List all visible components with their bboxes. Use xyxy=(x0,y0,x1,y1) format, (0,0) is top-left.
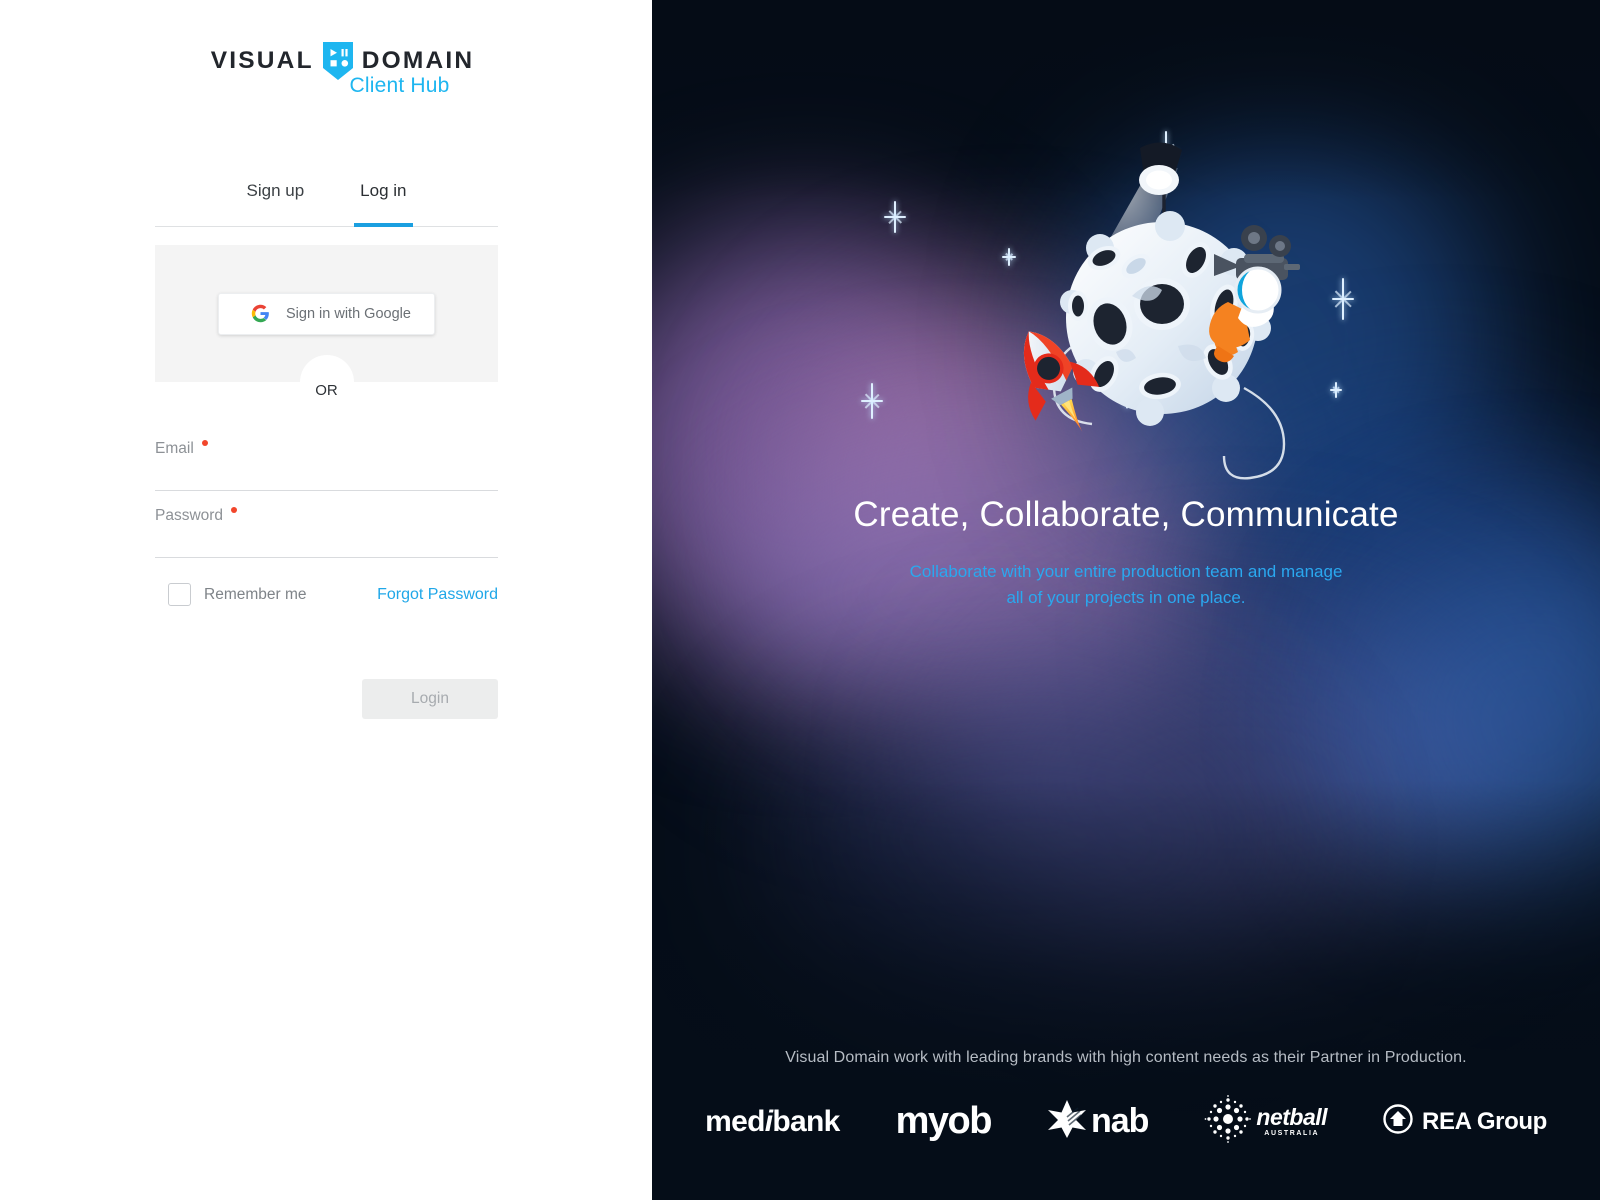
login-panel: VISUAL DOMAIN Client Hub Sign up Log in … xyxy=(0,0,652,1200)
password-field-group: Password xyxy=(155,507,498,558)
password-label: Password xyxy=(155,507,498,525)
tab-log-in[interactable]: Log in xyxy=(354,181,413,227)
netball-dots-icon xyxy=(1204,1095,1252,1148)
social-login-panel: Sign in with Google xyxy=(155,245,498,382)
brand-logos: medibank myob nab netball AUSTRALIA REA … xyxy=(652,1095,1600,1148)
marketing-panel: Create, Collaborate, Communicate Collabo… xyxy=(652,0,1600,1200)
login-form-column: VISUAL DOMAIN Client Hub Sign up Log in … xyxy=(155,0,498,719)
moon-rocket-astronaut-spotlight-illustration xyxy=(982,120,1362,485)
login-button[interactable]: Login xyxy=(362,679,498,719)
email-field-group: Email xyxy=(155,440,498,491)
brand-logo-rea-group: REA Group xyxy=(1383,1104,1547,1139)
rea-house-icon xyxy=(1383,1104,1413,1139)
auth-tabs: Sign up Log in xyxy=(155,180,498,227)
brand-sub-title: Client Hub xyxy=(349,74,450,97)
brand-logo-nab: nab xyxy=(1047,1099,1149,1144)
star-icon xyxy=(884,201,906,233)
tab-sign-up[interactable]: Sign up xyxy=(241,181,311,227)
login-page: VISUAL DOMAIN Client Hub Sign up Log in … xyxy=(0,0,1600,1200)
netball-wordmark-group: netball AUSTRALIA xyxy=(1256,1104,1328,1138)
forgot-password-link[interactable]: Forgot Password xyxy=(377,586,498,604)
hero-subtext-line1: Collaborate with your entire production … xyxy=(909,562,1343,581)
remember-me-group: Remember me xyxy=(155,583,307,606)
netball-sub-label: AUSTRALIA xyxy=(1264,1130,1320,1137)
email-input[interactable] xyxy=(155,471,498,491)
brand-word-left: VISUAL xyxy=(210,46,314,74)
remember-me-label: Remember me xyxy=(204,585,307,603)
star-icon xyxy=(861,383,883,419)
brand-word-right: DOMAIN xyxy=(361,46,475,74)
rea-wordmark: REA Group xyxy=(1422,1107,1547,1135)
hero-subtext: Collaborate with your entire production … xyxy=(652,559,1600,612)
google-button-label: Sign in with Google xyxy=(286,305,411,322)
footer: Visual Domain work with leading brands w… xyxy=(652,1049,1600,1148)
google-g-icon xyxy=(251,304,270,323)
brand-logo-medibank: medibank xyxy=(705,1104,840,1139)
or-divider-label: OR xyxy=(315,382,338,399)
required-dot-icon xyxy=(231,507,238,513)
password-input[interactable] xyxy=(155,538,498,558)
hero-headline: Create, Collaborate, Communicate xyxy=(853,495,1399,534)
myob-wordmark: myob xyxy=(895,1100,993,1142)
hero-subtext-line2: all of your projects in one place. xyxy=(1006,588,1246,608)
brand-logo-myob: myob xyxy=(895,1100,993,1143)
medibank-wordmark: medibank xyxy=(705,1104,840,1138)
email-label: Email xyxy=(155,440,498,458)
nab-star-icon xyxy=(1047,1099,1087,1144)
footer-tagline: Visual Domain work with leading brands w… xyxy=(785,1049,1467,1066)
nab-wordmark: nab xyxy=(1090,1102,1149,1140)
remember-me-checkbox[interactable] xyxy=(168,583,191,606)
netball-wordmark: netball xyxy=(1256,1104,1328,1130)
hero-copy: Create, Collaborate, Communicate Collabo… xyxy=(652,495,1600,612)
required-dot-icon xyxy=(202,440,209,446)
sign-in-with-google-button[interactable]: Sign in with Google xyxy=(218,292,435,335)
brand-logo-netball: netball AUSTRALIA xyxy=(1204,1095,1328,1148)
remember-forgot-row: Remember me Forgot Password xyxy=(155,583,498,606)
